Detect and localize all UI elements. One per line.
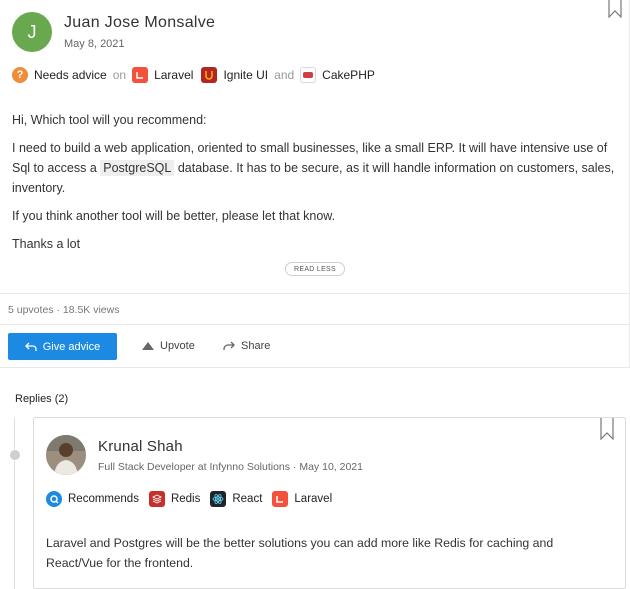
read-less-button[interactable]: READ LESS	[285, 262, 345, 276]
post-paragraph: If you think another tool will be better…	[12, 209, 336, 223]
divider	[0, 367, 630, 368]
post-date: May 8, 2021	[64, 38, 125, 50]
share-button[interactable]: Share	[223, 340, 270, 352]
divider	[0, 324, 630, 325]
upvote-label: Upvote	[160, 340, 195, 352]
upvote-triangle-icon	[142, 342, 154, 350]
replies-label: Replies	[15, 393, 52, 405]
on-word: on	[112, 68, 127, 82]
post-body: Hi, Which tool will you recommend: I nee…	[12, 110, 620, 262]
reply-author-name[interactable]: Krunal Shah	[98, 438, 183, 455]
laravel-icon	[132, 67, 149, 83]
reply-thread-dot	[10, 450, 20, 460]
author-initial: J	[27, 21, 37, 42]
tag-line: ? Needs advice on Laravel Ignite UI and …	[12, 66, 375, 84]
tool-link-laravel[interactable]: Laravel	[154, 68, 193, 82]
react-icon	[210, 491, 227, 507]
post-paragraph: I need to build a web application, orien…	[12, 138, 620, 198]
tool-link-redis[interactable]: Redis	[171, 493, 200, 505]
tool-link-cakephp[interactable]: CakePHP	[322, 68, 375, 82]
replies-count: (2)	[54, 393, 69, 405]
replies-heading: Replies (2)	[15, 393, 68, 405]
reply-arrow-icon	[24, 342, 37, 351]
reply-body: Laravel and Postgres will be the better …	[46, 536, 554, 570]
laravel-icon	[272, 491, 289, 507]
person-photo-icon	[46, 435, 86, 475]
upvote-button[interactable]: Upvote	[142, 340, 195, 352]
reply-meta: Full Stack Developer at Infynno Solution…	[98, 461, 363, 473]
author-name[interactable]: Juan Jose Monsalve	[64, 14, 215, 32]
tool-link-laravel[interactable]: Laravel	[294, 493, 332, 505]
give-advice-label: Give advice	[42, 340, 101, 353]
recommends-line: Recommends Redis React Laravel	[46, 490, 332, 508]
post-paragraph: Hi, Which tool will you recommend:	[12, 113, 207, 127]
tool-link-react[interactable]: React	[232, 493, 262, 505]
recommends-label: Recommends	[68, 493, 139, 505]
divider	[0, 293, 630, 294]
tool-link-ignite-ui[interactable]: Ignite UI	[223, 68, 268, 82]
needs-advice-label: Needs advice	[34, 68, 107, 82]
author-avatar[interactable]: J	[12, 12, 52, 52]
bookmark-icon[interactable]	[600, 418, 614, 440]
reply-thread-line	[14, 418, 15, 589]
reply-author-avatar[interactable]	[46, 435, 86, 475]
recommend-icon	[46, 491, 62, 507]
question-mark-icon: ?	[12, 67, 28, 83]
postgresql-chip[interactable]: PostgreSQL	[100, 160, 175, 176]
post-paragraph: Thanks a lot	[12, 237, 81, 251]
cakephp-icon	[300, 67, 317, 83]
redis-icon	[148, 491, 165, 507]
post-stats: 5 upvotes · 18.5K views	[8, 304, 120, 316]
bookmark-icon[interactable]	[608, 0, 622, 18]
ignite-ui-icon	[201, 67, 218, 83]
give-advice-button[interactable]: Give advice	[8, 333, 117, 360]
share-arrow-icon	[223, 341, 235, 350]
question-post: J Juan Jose Monsalve May 8, 2021 ? Needs…	[0, 0, 630, 368]
and-word: and	[274, 68, 295, 82]
share-label: Share	[241, 340, 271, 352]
reply-card: Krunal Shah Full Stack Developer at Infy…	[33, 417, 626, 589]
